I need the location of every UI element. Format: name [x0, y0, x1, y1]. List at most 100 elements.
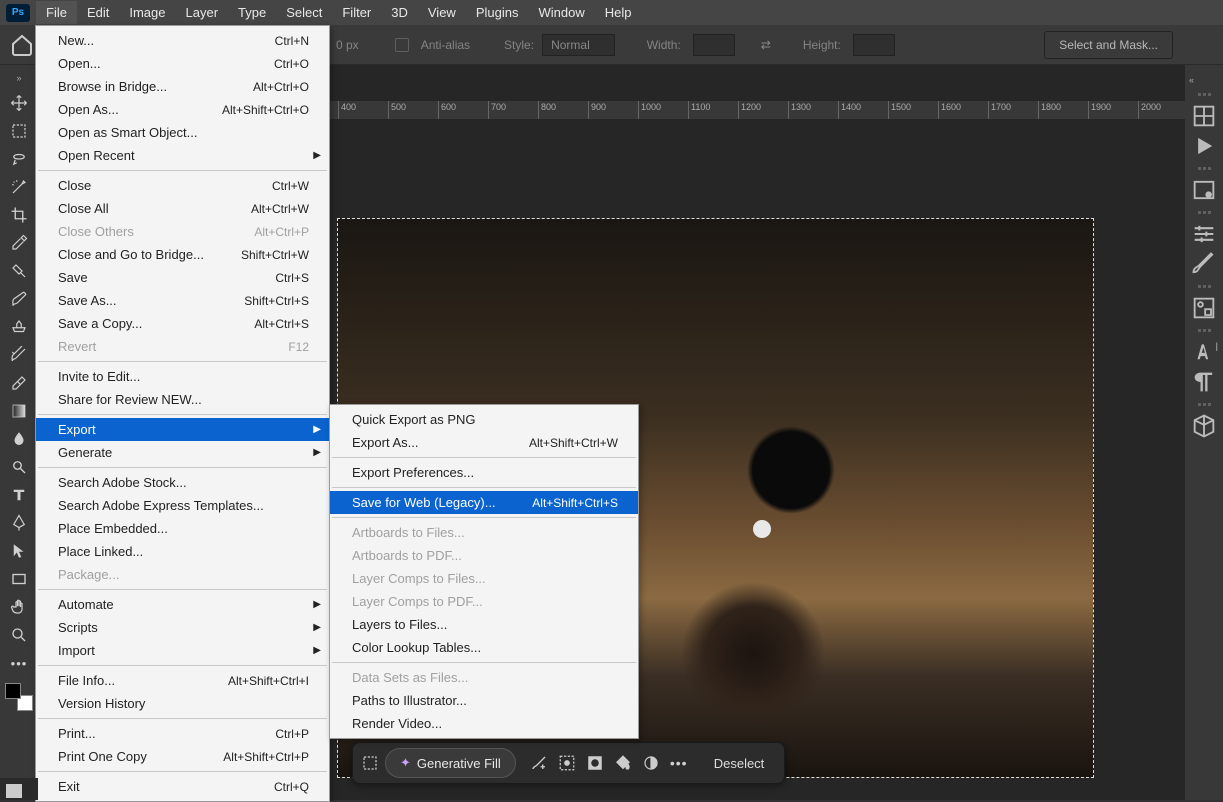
edit-toolbar-icon[interactable]: ••• [5, 651, 33, 675]
clone-stamp-tool-icon[interactable] [5, 315, 33, 339]
menuitem-quick-export-as-png[interactable]: Quick Export as PNG [330, 408, 638, 431]
mask-icon[interactable] [586, 754, 604, 772]
select-and-mask-button[interactable]: Select and Mask... [1044, 31, 1173, 59]
lasso-tool-icon[interactable] [5, 147, 33, 171]
menu-image[interactable]: Image [119, 1, 175, 24]
menuitem-search-adobe-stock[interactable]: Search Adobe Stock... [36, 471, 329, 494]
menuitem-revert: RevertF12 [36, 335, 329, 358]
crop-tool-icon[interactable] [5, 203, 33, 227]
more-icon[interactable]: ••• [670, 754, 688, 772]
menuitem-render-video[interactable]: Render Video... [330, 712, 638, 735]
menuitem-place-linked[interactable]: Place Linked... [36, 540, 329, 563]
swap-icon[interactable]: ⇄ [761, 38, 771, 52]
menuitem-invite-to-edit[interactable]: Invite to Edit... [36, 365, 329, 388]
menuitem-paths-to-illustrator[interactable]: Paths to Illustrator... [330, 689, 638, 712]
marquee-tool-icon[interactable] [5, 119, 33, 143]
menuitem-color-lookup-tables[interactable]: Color Lookup Tables... [330, 636, 638, 659]
menu-view[interactable]: View [418, 1, 466, 24]
menuitem-scripts[interactable]: Scripts▶ [36, 616, 329, 639]
menuitem-export-preferences[interactable]: Export Preferences... [330, 461, 638, 484]
pen-tool-icon[interactable] [5, 511, 33, 535]
rectangle-tool-icon[interactable] [5, 567, 33, 591]
menu-type[interactable]: Type [228, 1, 276, 24]
menuitem-save[interactable]: SaveCtrl+S [36, 266, 329, 289]
menuitem-file-info[interactable]: File Info...Alt+Shift+Ctrl+I [36, 669, 329, 692]
brush-tool-icon[interactable] [5, 287, 33, 311]
history-brush-tool-icon[interactable] [5, 343, 33, 367]
menuitem-automate[interactable]: Automate▶ [36, 593, 329, 616]
path-select-tool-icon[interactable] [5, 539, 33, 563]
menu-select[interactable]: Select [276, 1, 332, 24]
menuitem-place-embedded[interactable]: Place Embedded... [36, 517, 329, 540]
menuitem-version-history[interactable]: Version History [36, 692, 329, 715]
menuitem-close-all[interactable]: Close AllAlt+Ctrl+W [36, 197, 329, 220]
anti-alias-label: Anti-alias [421, 38, 470, 52]
blur-tool-icon[interactable] [5, 427, 33, 451]
magic-wand-tool-icon[interactable] [5, 175, 33, 199]
style-select[interactable]: Normal [542, 34, 615, 56]
adjustment-icon[interactable] [642, 754, 660, 772]
3d-panel-icon[interactable] [1190, 413, 1218, 439]
menuitem-generate[interactable]: Generate▶ [36, 441, 329, 464]
menuitem-new[interactable]: New...Ctrl+N [36, 29, 329, 52]
brushes-panel-icon[interactable] [1190, 251, 1218, 277]
home-icon[interactable] [10, 33, 34, 57]
menu-help[interactable]: Help [595, 1, 642, 24]
zoom-tool-icon[interactable] [5, 623, 33, 647]
foreground-background-colors[interactable] [5, 683, 33, 711]
type-tool-icon[interactable] [5, 483, 33, 507]
taskbar-select-icon[interactable] [361, 754, 379, 772]
adjustments-panel-icon[interactable] [1190, 221, 1218, 247]
document-thumbnail[interactable] [6, 784, 22, 798]
menuitem-save-as[interactable]: Save As...Shift+Ctrl+S [36, 289, 329, 312]
eraser-tool-icon[interactable] [5, 371, 33, 395]
move-tool-icon[interactable] [5, 91, 33, 115]
menuitem-close[interactable]: CloseCtrl+W [36, 174, 329, 197]
paragraph-panel-icon[interactable] [1190, 369, 1218, 395]
menuitem-print-one-copy[interactable]: Print One CopyAlt+Shift+Ctrl+P [36, 745, 329, 768]
gradient-tool-icon[interactable] [5, 399, 33, 423]
fill-icon[interactable] [614, 754, 632, 772]
menuitem-close-and-go-to-bridge[interactable]: Close and Go to Bridge...Shift+Ctrl+W [36, 243, 329, 266]
deselect-button[interactable]: Deselect [702, 756, 777, 771]
menuitem-open[interactable]: Open...Ctrl+O [36, 52, 329, 75]
width-input[interactable] [693, 34, 735, 56]
menuitem-browse-in-bridge[interactable]: Browse in Bridge...Alt+Ctrl+O [36, 75, 329, 98]
select-subject-icon[interactable] [558, 754, 576, 772]
menuitem-open-as-smart-object[interactable]: Open as Smart Object... [36, 121, 329, 144]
character-panel-icon[interactable]: | [1190, 339, 1218, 365]
menu-window[interactable]: Window [528, 1, 594, 24]
eyedropper-tool-icon[interactable] [5, 231, 33, 255]
menuitem-layers-to-files[interactable]: Layers to Files... [330, 613, 638, 636]
menuitem-share-for-review-new[interactable]: Share for Review NEW... [36, 388, 329, 411]
menuitem-export-as[interactable]: Export As...Alt+Shift+Ctrl+W [330, 431, 638, 454]
menuitem-print[interactable]: Print...Ctrl+P [36, 722, 329, 745]
menu-file[interactable]: File [36, 1, 77, 24]
anti-alias-checkbox[interactable] [395, 38, 409, 52]
menuitem-exit[interactable]: ExitCtrl+Q [36, 775, 329, 798]
menu-3d[interactable]: 3D [381, 1, 418, 24]
libraries-panel-icon[interactable] [1190, 295, 1218, 321]
height-input[interactable] [853, 34, 895, 56]
swatches-panel-icon[interactable] [1190, 103, 1218, 129]
panel-collapse-icon[interactable]: « [1189, 75, 1194, 85]
menuitem-save-a-copy[interactable]: Save a Copy...Alt+Ctrl+S [36, 312, 329, 335]
generative-fill-button[interactable]: ✦ Generative Fill [385, 748, 516, 778]
menu-filter[interactable]: Filter [332, 1, 381, 24]
menuitem-search-adobe-express-templates[interactable]: Search Adobe Express Templates... [36, 494, 329, 517]
menuitem-open-as[interactable]: Open As...Alt+Shift+Ctrl+O [36, 98, 329, 121]
play-panel-icon[interactable] [1190, 133, 1218, 159]
brush-add-icon[interactable] [530, 754, 548, 772]
menuitem-import[interactable]: Import▶ [36, 639, 329, 662]
menu-edit[interactable]: Edit [77, 1, 119, 24]
spot-heal-tool-icon[interactable] [5, 259, 33, 283]
hand-tool-icon[interactable] [5, 595, 33, 619]
dodge-tool-icon[interactable] [5, 455, 33, 479]
menuitem-open-recent[interactable]: Open Recent▶ [36, 144, 329, 167]
menu-plugins[interactable]: Plugins [466, 1, 529, 24]
properties-panel-icon[interactable] [1190, 177, 1218, 203]
menuitem-save-for-web-legacy[interactable]: Save for Web (Legacy)...Alt+Shift+Ctrl+S [330, 491, 638, 514]
menu-layer[interactable]: Layer [176, 1, 229, 24]
menuitem-export[interactable]: Export▶ [36, 418, 329, 441]
toolbar-collapse-icon[interactable]: » [16, 73, 21, 83]
